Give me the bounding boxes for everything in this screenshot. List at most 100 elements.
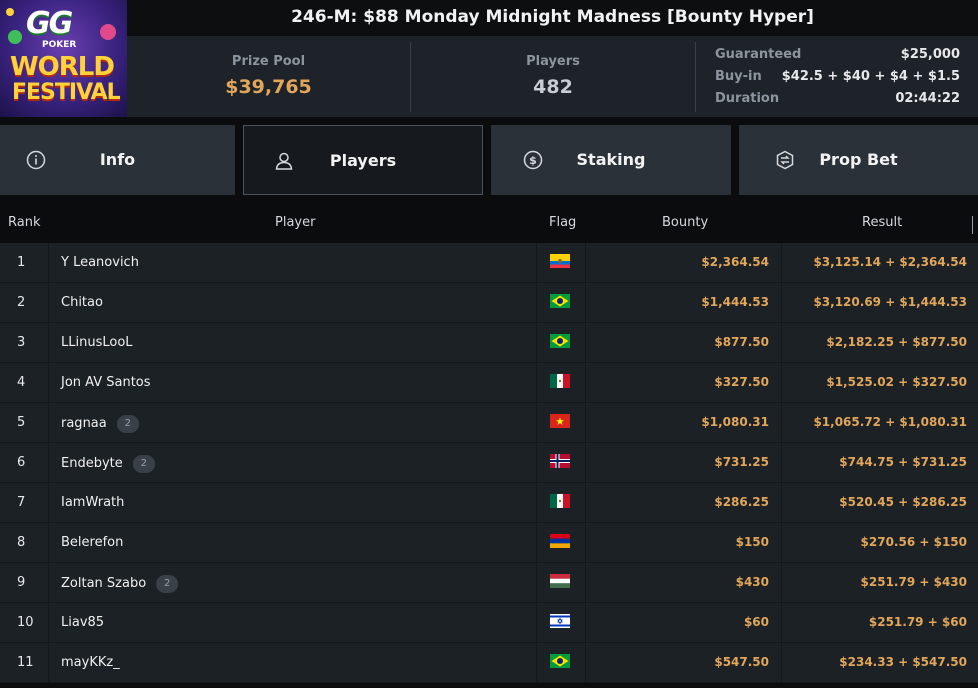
column-resize-handle[interactable] [972, 216, 973, 234]
table-row[interactable]: 10 Liav85 $60 $251.79 + $60 [0, 603, 978, 643]
bounty-cell: $1,080.31 [585, 403, 781, 442]
flag-cell [536, 243, 585, 282]
player-name[interactable]: Zoltan Szabo [61, 576, 146, 591]
table-row[interactable]: 2 Chitao $1,444.53 $3,120.69 + $1,444.53 [0, 283, 978, 323]
brazil-flag-icon [550, 654, 570, 668]
prize-pool-value: $39,765 [225, 76, 312, 98]
ecuador-flag-icon [550, 254, 570, 268]
player-cell: Endebyte 2 [48, 443, 536, 482]
player-name[interactable]: IamWrath [61, 495, 124, 510]
player-cell: Jon AV Santos [48, 363, 536, 402]
column-flag[interactable]: Flag [549, 215, 576, 230]
player-name[interactable]: ragnaa [61, 416, 107, 431]
tab-label: Prop Bet [819, 150, 898, 169]
table-row[interactable]: 8 Belerefon $150 $270.56 + $150 [0, 523, 978, 563]
logo-decoration [100, 24, 116, 40]
table-row[interactable]: 4 Jon AV Santos $327.50 $1,525.02 + $327.50 [0, 363, 978, 403]
bounty-cell: $60 [585, 603, 781, 642]
logo-world: WORLD [10, 52, 115, 82]
entries-badge: 2 [132, 455, 155, 473]
brazil-flag-icon [550, 294, 570, 308]
result-cell: $270.56 + $150 [781, 523, 978, 562]
bounty-cell: $547.50 [585, 643, 781, 682]
player-cell: Chitao [48, 283, 536, 322]
detail-value: $42.5 + $40 + $4 + $1.5 [781, 69, 960, 84]
vietnam-flag-icon [550, 414, 570, 428]
column-rank[interactable]: Rank [8, 215, 40, 230]
armenia-flag-icon [550, 534, 570, 548]
table-row[interactable]: 3 LLinusLooL $877.50 $2,182.25 + $877.50 [0, 323, 978, 363]
norway-flag-icon [550, 454, 570, 468]
rank-cell: 9 [17, 575, 26, 590]
table-row[interactable]: 11 mayKKz_ $547.50 $234.33 + $547.50 [0, 643, 978, 683]
player-name[interactable]: Y Leanovich [61, 255, 139, 270]
player-name[interactable]: Liav85 [61, 615, 104, 630]
table-row[interactable]: 6 Endebyte 2 $731.25 $744.75 + $731.25 [0, 443, 978, 483]
result-cell: $251.79 + $60 [781, 603, 978, 642]
column-result[interactable]: Result [862, 215, 902, 230]
bounty-cell: $286.25 [585, 483, 781, 522]
flag-cell [536, 603, 585, 642]
player-cell: mayKKz_ [48, 643, 536, 682]
column-bounty[interactable]: Bounty [662, 215, 708, 230]
bounty-cell: $1,444.53 [585, 283, 781, 322]
tournament-title: 246-M: $88 Monday Midnight Madness [Boun… [291, 7, 814, 27]
detail-row-buyin: Buy-in $42.5 + $40 + $4 + $1.5 [715, 67, 960, 89]
detail-row-guaranteed: Guaranteed $25,000 [715, 45, 960, 67]
tab-staking[interactable]: $ Staking [491, 125, 731, 195]
table-row[interactable]: 5 ragnaa 2 $1,080.31 $1,065.72 + $1,080.31 [0, 403, 978, 443]
flag-cell [536, 323, 585, 362]
bounty-cell: $327.50 [585, 363, 781, 402]
logo-poker: POKER [42, 40, 77, 50]
entries-badge: 2 [156, 575, 179, 593]
hungary-flag-icon [550, 574, 570, 588]
player-name[interactable]: LLinusLooL [61, 335, 133, 350]
flag-cell [536, 443, 585, 482]
players-stat: Players 482 [411, 36, 695, 117]
result-cell: $3,125.14 + $2,364.54 [781, 243, 978, 282]
result-cell: $520.45 + $286.25 [781, 483, 978, 522]
tab-prop-bet[interactable]: Prop Bet [739, 125, 978, 195]
rank-cell: 6 [17, 455, 26, 470]
tournament-stats: Prize Pool $39,765 Players 482 Guarantee… [127, 36, 978, 117]
column-player[interactable]: Player [275, 215, 315, 230]
table-row[interactable]: 7 IamWrath $286.25 $520.45 + $286.25 [0, 483, 978, 523]
players-table: 1 Y Leanovich $2,364.54 $3,125.14 + $2,364.… [0, 243, 978, 683]
player-name[interactable]: Jon AV Santos [61, 375, 151, 390]
rank-cell: 5 [17, 415, 26, 430]
player-name[interactable]: Belerefon [61, 535, 123, 550]
player-cell: Liav85 [48, 603, 536, 642]
player-cell: Y Leanovich [48, 243, 536, 282]
player-name[interactable]: Chitao [61, 295, 103, 310]
bounty-cell: $2,364.54 [585, 243, 781, 282]
result-cell: $1,065.72 + $1,080.31 [781, 403, 978, 442]
prize-pool-stat: Prize Pool $39,765 [127, 36, 410, 117]
result-cell: $3,120.69 + $1,444.53 [781, 283, 978, 322]
flag-cell [536, 643, 585, 682]
rank-cell: 7 [17, 495, 26, 510]
player-cell: Belerefon [48, 523, 536, 562]
prize-pool-label: Prize Pool [231, 54, 306, 69]
rank-cell: 3 [17, 335, 26, 350]
detail-value: 02:44:22 [895, 91, 960, 106]
player-cell: Zoltan Szabo 2 [48, 563, 536, 602]
player-name[interactable]: Endebyte [61, 456, 123, 471]
flag-cell [536, 363, 585, 402]
tab-label: Info [99, 150, 136, 169]
flag-cell [536, 283, 585, 322]
player-name[interactable]: mayKKz_ [61, 655, 120, 670]
rank-cell: 2 [17, 295, 26, 310]
rank-cell: 4 [17, 375, 26, 390]
result-cell: $234.33 + $547.50 [781, 643, 978, 682]
tab-players[interactable]: Players [243, 125, 483, 195]
flag-cell [536, 563, 585, 602]
table-header: Rank Player Flag Bounty Result [0, 204, 978, 242]
tab-info[interactable]: Info [0, 125, 235, 195]
tournament-details: Guaranteed $25,000 Buy-in $42.5 + $40 + … [715, 45, 960, 111]
result-cell: $1,525.02 + $327.50 [781, 363, 978, 402]
detail-key: Duration [715, 91, 780, 106]
flag-cell [536, 483, 585, 522]
logo-gg: GG [26, 6, 73, 41]
table-row[interactable]: 9 Zoltan Szabo 2 $430 $251.79 + $430 [0, 563, 978, 603]
table-row[interactable]: 1 Y Leanovich $2,364.54 $3,125.14 + $2,364.… [0, 243, 978, 283]
